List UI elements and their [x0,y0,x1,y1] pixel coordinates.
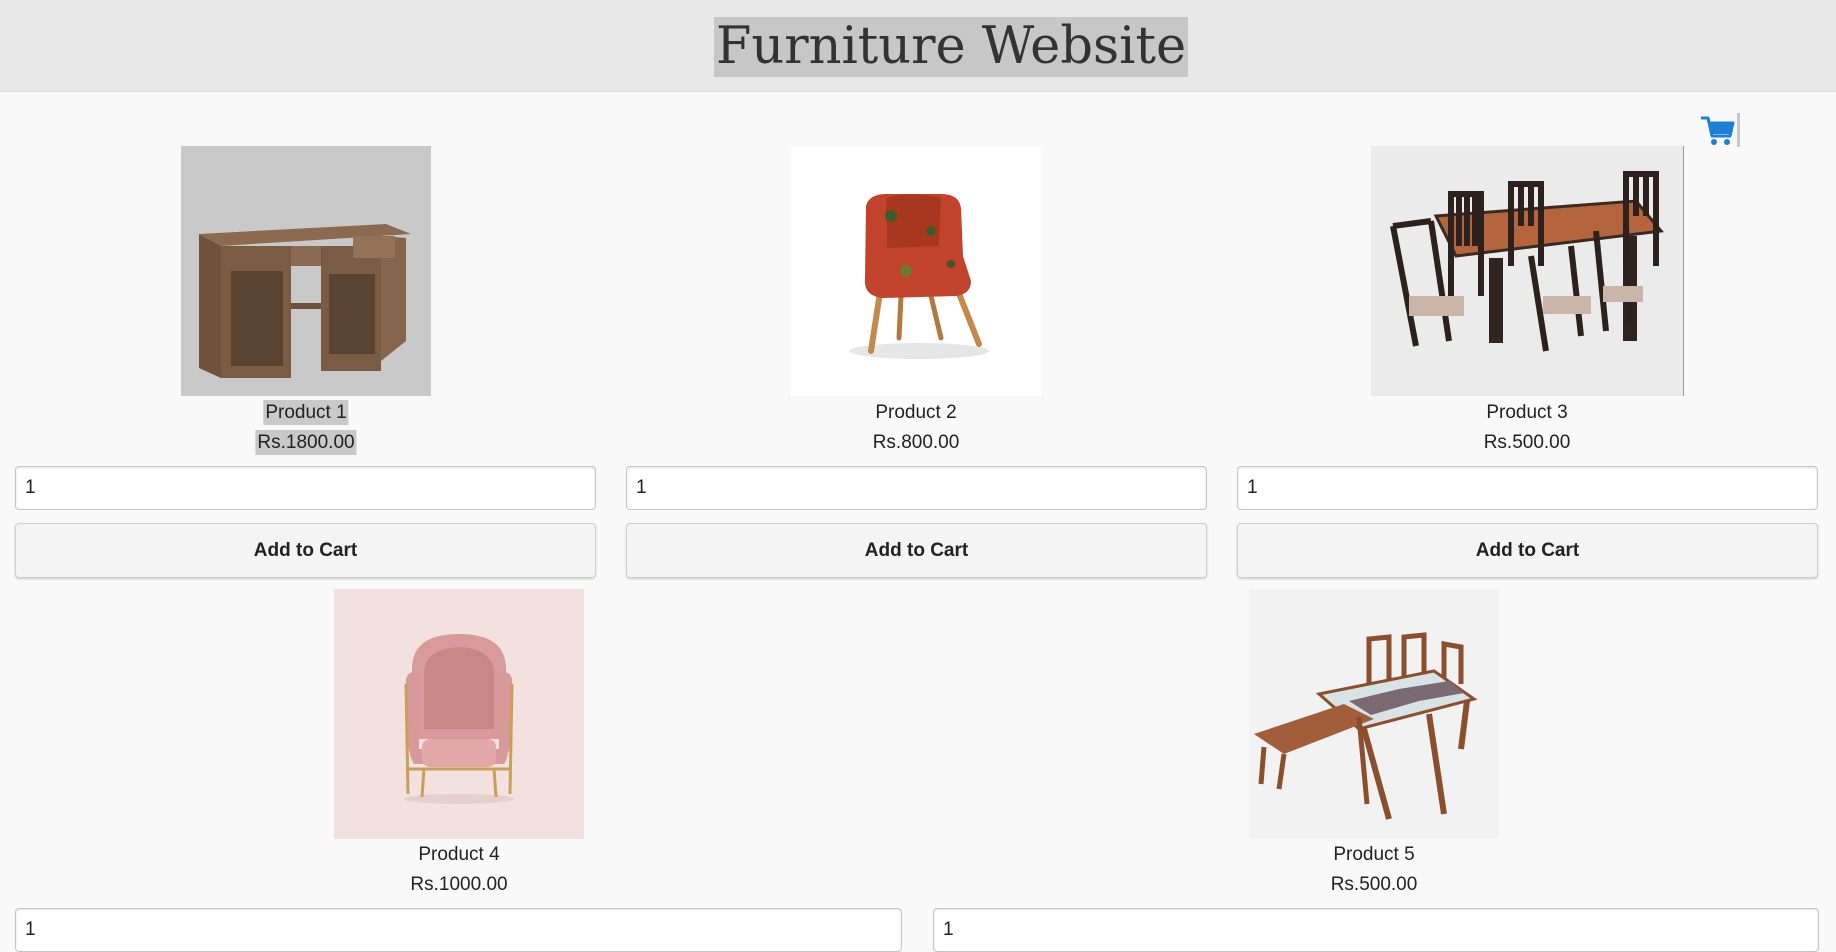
add-to-cart-button[interactable]: Add to Cart [15,523,596,578]
cart-link[interactable] [1701,112,1741,148]
quantity-input[interactable] [15,466,596,510]
product-name: Product 5 [1333,844,1415,865]
selection-highlight [1737,113,1740,147]
product-name: Product 2 [875,402,957,423]
product-price: Rs.1800.00 [255,430,357,455]
product-image-dining-set [1371,146,1684,396]
add-to-cart-button[interactable]: Add to Cart [626,523,1207,578]
product-name: Product 4 [418,844,500,865]
product-image-pink-lounge-chair [334,589,584,839]
cart-icon [1701,116,1735,145]
quantity-input[interactable] [933,908,1819,952]
product-name: Product 1 [263,400,349,425]
product-price: Rs.1000.00 [410,874,508,895]
add-to-cart-button[interactable]: Add to Cart [1237,523,1818,578]
product-image-glass-table-set [1249,589,1499,839]
product-image-desk [181,146,431,396]
site-header: Furniture Website [0,0,1836,92]
page-title: Furniture Website [714,17,1189,77]
product-image-armchair [791,146,1041,396]
quantity-input[interactable] [15,908,902,952]
product-name: Product 3 [1486,402,1568,423]
product-price: Rs.500.00 [1330,874,1418,895]
quantity-input[interactable] [626,466,1207,510]
quantity-input[interactable] [1237,466,1818,510]
product-price: Rs.500.00 [1483,432,1571,453]
product-price: Rs.800.00 [872,432,960,453]
